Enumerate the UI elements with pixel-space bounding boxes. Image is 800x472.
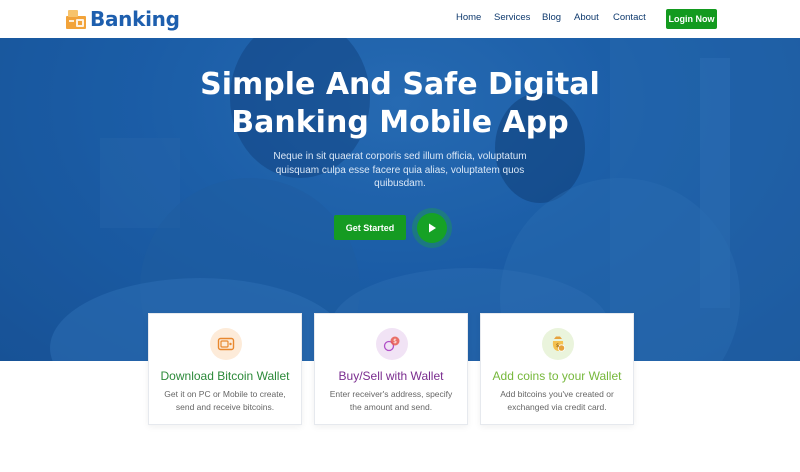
get-started-button[interactable]: Get Started xyxy=(334,215,406,240)
hero-title: Simple And Safe Digital Banking Mobile A… xyxy=(0,66,800,142)
coin-bag-icon: $ xyxy=(552,336,566,352)
card-text: Get it on PC or Mobile to create, send a… xyxy=(159,388,291,413)
brand-logo[interactable]: Banking xyxy=(64,6,180,32)
nav-about[interactable]: About xyxy=(574,12,599,23)
hero-subtitle-line-2: quisquam culpa esse facere quia alias, v… xyxy=(275,164,525,176)
svg-text:$: $ xyxy=(556,343,560,349)
hero-subtitle-line-3: quibusdam. xyxy=(374,178,426,189)
nav-services[interactable]: Services xyxy=(494,12,530,23)
login-button[interactable]: Login Now xyxy=(666,9,717,29)
exchange-icon: $ xyxy=(383,336,400,352)
card-title: Download Bitcoin Wallet xyxy=(160,369,290,383)
card-icon-circle: $ xyxy=(542,328,574,360)
card-text-line-2: exchanged via credit card. xyxy=(507,401,607,412)
card-text: Add bitcoins you've created or exchanged… xyxy=(491,388,623,413)
card-icon-circle xyxy=(210,328,242,360)
hero-title-line-2: Banking Mobile App xyxy=(231,105,569,140)
feature-card-buy-sell: $ Buy/Sell with Wallet Enter receiver's … xyxy=(314,313,468,425)
site-header: Banking Home Services Blog About Contact… xyxy=(0,0,800,38)
wallet-icon xyxy=(217,337,235,351)
nav-blog[interactable]: Blog xyxy=(542,12,561,23)
card-text-line-1: Add bitcoins you've created or xyxy=(500,389,614,399)
card-text-line-1: Enter receiver's address, specify xyxy=(329,389,453,399)
card-title: Add coins to your Wallet xyxy=(492,369,622,383)
brand-name: Banking xyxy=(90,7,180,31)
feature-card-add-coins: $ Add coins to your Wallet Add bitcoins … xyxy=(480,313,634,425)
svg-text:$: $ xyxy=(393,338,397,345)
nav-contact[interactable]: Contact xyxy=(613,12,646,23)
card-text-line-1: Get it on PC or Mobile to create, xyxy=(164,389,286,399)
card-icon-circle: $ xyxy=(376,328,408,360)
bank-logo-icon xyxy=(66,10,86,29)
play-icon xyxy=(429,223,436,233)
nav-home[interactable]: Home xyxy=(456,12,481,23)
hero-subtitle: Neque in sit quaerat corporis sed illum … xyxy=(250,150,550,191)
feature-card-download-wallet: Download Bitcoin Wallet Get it on PC or … xyxy=(148,313,302,425)
card-title: Buy/Sell with Wallet xyxy=(338,369,444,383)
card-text-line-2: the amount and send. xyxy=(349,401,433,412)
play-video-button[interactable] xyxy=(417,213,447,243)
hero-subtitle-line-1: Neque in sit quaerat corporis sed illum … xyxy=(273,151,527,162)
hero-title-line-1: Simple And Safe Digital xyxy=(200,67,600,102)
card-text: Enter receiver's address, specify the am… xyxy=(325,388,457,413)
card-text-line-2: send and receive bitcoins. xyxy=(175,401,275,412)
